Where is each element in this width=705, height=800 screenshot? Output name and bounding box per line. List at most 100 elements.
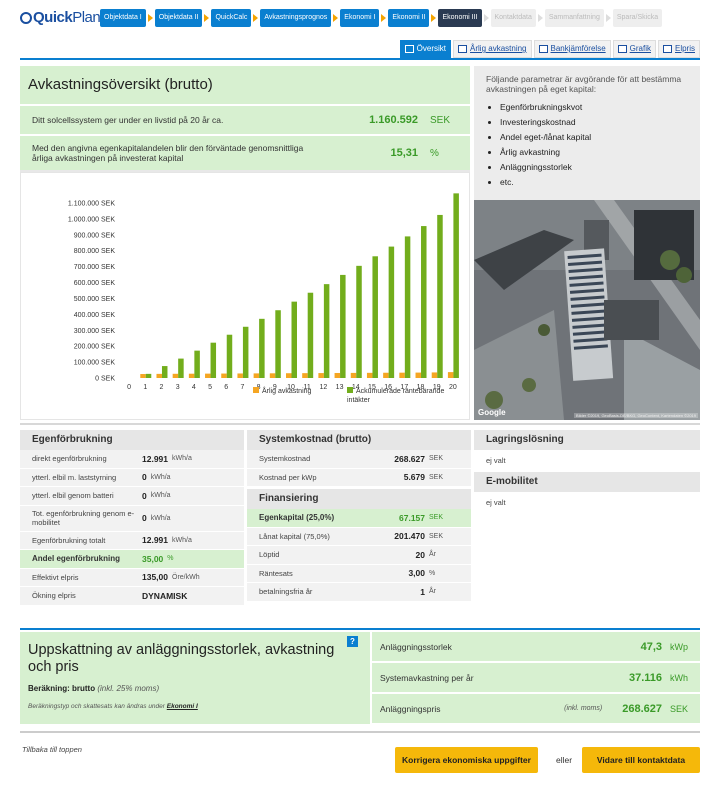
x-tick-label: 6 (224, 384, 228, 391)
tab-item[interactable]: Bankjämförelse (533, 40, 611, 58)
economy-i-link[interactable]: Ekonomi I (167, 703, 198, 710)
quickplan-logo[interactable]: Quick Plan (20, 9, 101, 26)
row-value: 268.627 (394, 453, 425, 464)
tab-item[interactable]: Översikt (399, 40, 452, 58)
breadcrumb-step[interactable]: QuickCalc (211, 9, 252, 27)
row-value: 12.991 (142, 453, 168, 464)
value-row: betalningsfria år 1 År (247, 583, 471, 602)
row-unit: SEK (429, 514, 444, 522)
row-unit: SEK (429, 473, 444, 481)
accumulated-income-bar (356, 265, 362, 378)
row-label: ytterl. elbil genom batteri (32, 491, 114, 501)
tab-icon (662, 45, 672, 53)
row-label: Andel egenförbrukning (32, 554, 120, 564)
annual-return-bar (269, 373, 276, 378)
value-row: Systemkostnad 268.627 SEK (247, 450, 471, 469)
breadcrumb-arrow-icon (431, 14, 437, 22)
estimate-row-value: 47,3 (640, 640, 662, 653)
parameter-list: Egenförbrukningskvot Investeringskostnad A… (486, 102, 688, 187)
annual-return-bar (188, 373, 195, 378)
estimate-separator (20, 628, 700, 630)
breadcrumb-step[interactable]: Objektdata II (154, 9, 203, 27)
storage-value: ej valt (486, 456, 506, 465)
tab-label: Grafik (629, 44, 651, 53)
row-unit: kWh/a (172, 536, 192, 544)
x-tick-label: 20 (449, 384, 457, 391)
annual-return-unit: % (430, 147, 439, 159)
tab-icon (404, 45, 414, 53)
section-separator (20, 423, 700, 425)
breadcrumb: Objektdata I Objektdata II QuickCalc Avkast… (100, 9, 663, 27)
breadcrumb-step[interactable]: Ekonomi I (340, 9, 380, 27)
row-value: DYNAMISK (142, 590, 188, 601)
legend-label-line: intäkter (347, 397, 371, 404)
estimate-row: Systemavkastning per år 37.116 kWh (372, 663, 700, 692)
estimate-row-unit: kWh (670, 672, 688, 683)
breadcrumb-step[interactable]: Ekonomi III (438, 9, 482, 27)
tab-bar: Översikt Årlig avkastning Bankjämförelse Gr… (398, 40, 700, 58)
parameter-list-item: Årlig avkastning (500, 147, 688, 157)
lifetime-yield-label: Ditt solcellssystem ger under en livstid… (32, 115, 224, 125)
y-tick-label: 600.000 SEK (74, 280, 116, 287)
row-label: direkt egenförbrukning (32, 454, 107, 464)
breadcrumb-arrow-icon (605, 14, 611, 22)
legend-swatch (253, 387, 259, 393)
system-cost-rows: Systemkostnad 268.627 SEK Kostnad per kWp 5.… (247, 450, 471, 487)
breadcrumb-step: Sammanfattning (544, 9, 604, 27)
accumulated-income-bar (340, 274, 346, 378)
breadcrumb-step[interactable]: Ekonomi II (388, 9, 430, 27)
value-row: Kostnad per kWp 5.679 SEK (247, 468, 471, 487)
breadcrumb-arrow-icon (483, 14, 489, 22)
row-label: Löptid (259, 550, 280, 560)
help-icon[interactable]: ? (347, 636, 358, 647)
storage-panel: Lagringslösning ej valt E-mobilitet ej v… (474, 430, 700, 514)
value-row: Lånat kapital (75,0%) 201.470 SEK (247, 527, 471, 546)
y-tick-label: 900.000 SEK (74, 232, 116, 239)
emobility-value: ej valt (486, 498, 506, 507)
storage-value-row: ej valt (474, 450, 700, 472)
accumulated-income-bar (323, 284, 330, 378)
annual-return-bar (286, 373, 292, 378)
parameter-list-item: etc. (500, 177, 688, 187)
estimate-left: ? Uppskattning av anläggningsstorlek, av… (20, 632, 370, 724)
annual-return-bar (415, 372, 422, 378)
annual-return-bar (431, 372, 438, 378)
satellite-map[interactable]: Google Bilder ©2019, GeoBasis-DE/BKG, Ge… (474, 200, 700, 420)
tab-item[interactable]: Grafik (612, 40, 656, 58)
calc-type-note: (inkl. 25% moms) (97, 684, 160, 693)
tab-item[interactable]: Elpris (657, 40, 700, 58)
return-overview-panel: Avkastningsöversikt (brutto) Ditt solcel… (20, 66, 470, 420)
annual-return-bar (172, 373, 179, 378)
estimate-panel: ? Uppskattning av anläggningsstorlek, av… (20, 632, 700, 724)
breadcrumb-step[interactable]: Avkastningsprognos (260, 9, 332, 27)
accumulated-income-bar (404, 236, 411, 378)
breadcrumb-step[interactable]: Objektdata I (100, 9, 146, 27)
self-consumption-title: Egenförbrukning (20, 430, 244, 450)
accumulated-income-bar (275, 310, 281, 378)
annual-return-row: Med den angivna egenkapitalandelen blir … (20, 134, 470, 170)
y-tick-label: 800.000 SEK (74, 248, 116, 255)
parameter-info-intro: Följande parametrar är avgörande för att… (486, 74, 682, 94)
financing-rows: Egenkapital (25,0%) 67.157 SEK Lånat kapita… (247, 509, 471, 602)
correct-economics-button[interactable]: Korrigera ekonomiska uppgifter (395, 747, 538, 773)
accumulated-income-bar (291, 301, 297, 378)
next-contact-button[interactable]: Vidare till kontaktdata (582, 747, 700, 773)
row-unit: SEK (429, 455, 444, 463)
row-value: 5.679 (403, 472, 425, 483)
row-value: 135,00 (142, 572, 168, 583)
estimate-row-unit: SEK (670, 703, 689, 714)
annual-return-bar (237, 373, 243, 378)
estimate-row: Anläggningspris (inkl. moms) 268.627 SEK (372, 694, 700, 723)
row-unit: kWh/a (150, 473, 171, 481)
estimate-right: Anläggningsstorlek 47,3 kWp Systemavkastnin… (372, 632, 700, 724)
annual-return-bar (318, 373, 324, 378)
parameter-list-item: Andel eget-/lånat kapital (500, 132, 688, 142)
y-tick-label: 1.100.000 SEK (68, 201, 115, 208)
tab-item[interactable]: Årlig avkastning (453, 40, 532, 58)
annual-return-bar (140, 374, 146, 378)
back-to-top-link[interactable]: Tillbaka till toppen (22, 745, 82, 754)
or-label: eller (556, 755, 573, 765)
row-label: Kostnad per kWp (259, 472, 317, 482)
footer-separator (20, 731, 700, 733)
estimate-row-label: Anläggningsstorlek (380, 641, 452, 652)
